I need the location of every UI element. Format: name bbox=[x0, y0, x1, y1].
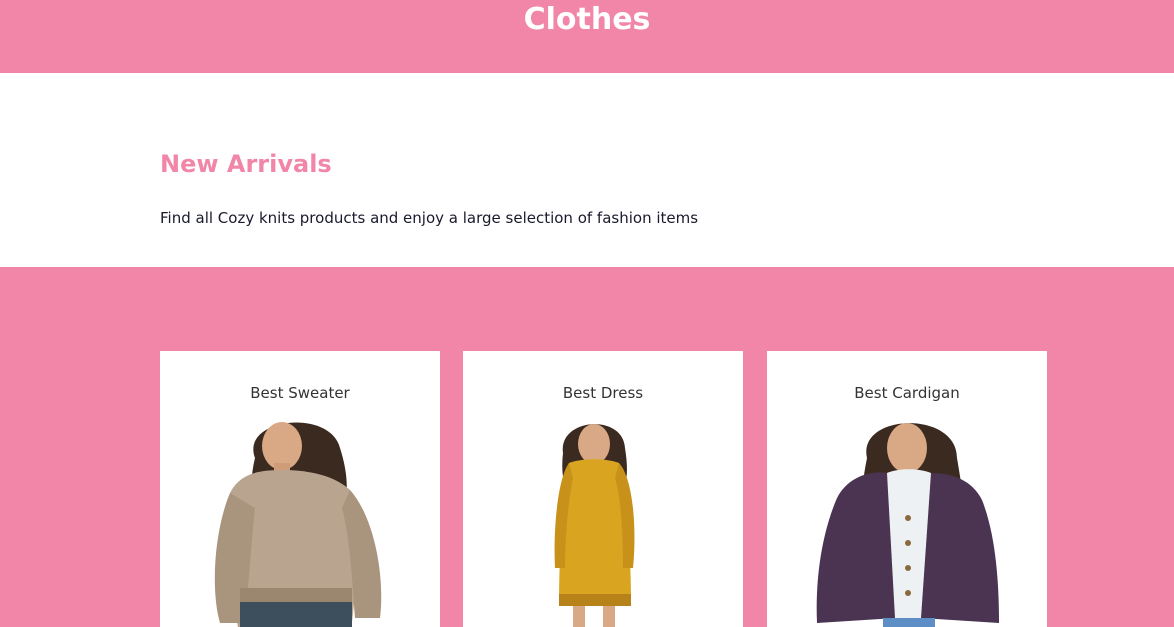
product-card-cardigan[interactable]: Best Cardigan bbox=[767, 351, 1047, 627]
product-title: Best Cardigan bbox=[854, 384, 960, 402]
product-image-cardigan[interactable] bbox=[807, 418, 1007, 627]
product-title: Best Dress bbox=[562, 384, 644, 402]
site-header: Clothes bbox=[0, 0, 1174, 73]
product-image-sweater[interactable] bbox=[200, 418, 400, 627]
product-card-sweater[interactable]: Best Sweater bbox=[160, 351, 440, 627]
cardigan-photo bbox=[816, 423, 999, 627]
dress-photo bbox=[554, 424, 635, 627]
section-description: Find all Cozy knits products and enjoy a… bbox=[160, 209, 699, 227]
sweater-photo bbox=[214, 422, 382, 627]
product-card-dress[interactable]: Best Dress bbox=[463, 351, 743, 627]
page-title: Clothes bbox=[523, 2, 651, 37]
product-title: Best Sweater bbox=[250, 384, 350, 402]
new-arrivals-section: New Arrivals Find all Cozy knits product… bbox=[0, 73, 1174, 267]
products-section: Best Sweater Best Dress Best Cardigan bbox=[0, 267, 1174, 627]
product-image-dress[interactable] bbox=[503, 418, 703, 627]
section-heading: New Arrivals bbox=[160, 150, 332, 178]
